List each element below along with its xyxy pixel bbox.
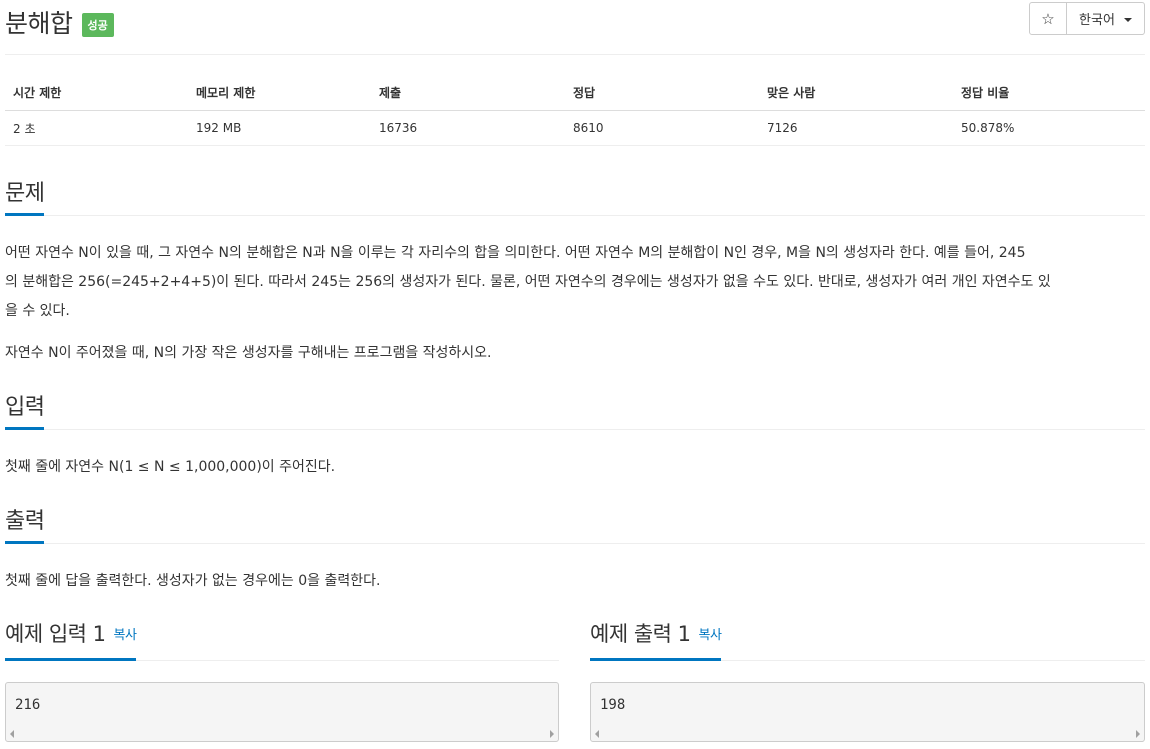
memory-limit-value: 192 MB xyxy=(188,110,371,146)
caret-down-icon xyxy=(1123,17,1132,22)
sample-output-value: 198 xyxy=(600,697,626,713)
scroll-right-icon[interactable] xyxy=(1136,730,1140,738)
output-description: 첫째 줄에 답을 출력한다. 생성자가 없는 경우에는 0을 출력한다. xyxy=(5,573,381,589)
sample-output-heading: 예제 출력 1 xyxy=(590,622,691,646)
header-memory-limit: 메모리 제한 xyxy=(188,74,371,111)
sample-output-box[interactable]: 198 xyxy=(590,682,1145,742)
accepted-value: 8610 xyxy=(565,110,759,146)
copy-sample-input-link[interactable]: 복사 xyxy=(114,628,137,643)
scroll-right-icon[interactable] xyxy=(550,730,554,738)
scroll-left-icon[interactable] xyxy=(10,730,14,738)
star-icon: ☆ xyxy=(1041,9,1055,28)
status-badge: 성공 xyxy=(81,13,114,37)
input-description: 첫째 줄에 자연수 N(1 ≤ N ≤ 1,000,000)이 주어진다. xyxy=(5,459,336,475)
favorite-button[interactable]: ☆ xyxy=(1030,3,1067,34)
page-title: 분해합 xyxy=(5,9,73,38)
problem-description: 어떤 자연수 N이 있을 때, 그 자연수 N의 분해합은 N과 N을 이루는 … xyxy=(5,239,1145,326)
solved-users-value: 7126 xyxy=(759,110,953,146)
time-limit-value: 2 초 xyxy=(5,110,188,146)
language-dropdown[interactable]: 한국어 xyxy=(1067,3,1144,34)
sample-input-box[interactable]: 216 xyxy=(5,682,559,742)
header-submissions: 제출 xyxy=(371,74,565,111)
header-accept-ratio: 정답 비율 xyxy=(953,74,1145,111)
sample-output-header: 예제 출력 1 복사 xyxy=(590,618,1145,661)
horizontal-scrollbar[interactable] xyxy=(591,727,1144,741)
header-solved-users: 맞은 사람 xyxy=(759,74,953,111)
sample-input-heading: 예제 입력 1 xyxy=(5,622,106,646)
input-heading: 입력 xyxy=(5,389,45,430)
problem-section-header: 문제 xyxy=(5,175,1145,216)
problem-info-table: 시간 제한 메모리 제한 제출 정답 맞은 사람 정답 비율 2 초 192 M… xyxy=(5,74,1145,146)
copy-sample-output-link[interactable]: 복사 xyxy=(699,628,722,643)
sample-output-heading-wrap: 예제 출력 1 복사 xyxy=(590,618,722,661)
divider xyxy=(5,54,1145,55)
problem-task: 자연수 N이 주어졌을 때, N의 가장 작은 생성자를 구해내는 프로그램을 … xyxy=(5,345,492,361)
horizontal-scrollbar[interactable] xyxy=(6,727,558,741)
problem-heading: 문제 xyxy=(5,175,45,216)
sample-input-header: 예제 입력 1 복사 xyxy=(5,618,559,661)
table-row: 2 초 192 MB 16736 8610 7126 50.878% xyxy=(5,110,1145,146)
problem-text-line: 어떤 자연수 N이 있을 때, 그 자연수 N의 분해합은 N과 N을 이루는 … xyxy=(5,245,1026,261)
table-header-row: 시간 제한 메모리 제한 제출 정답 맞은 사람 정답 비율 xyxy=(5,74,1145,111)
problem-text-line: 을 수 있다. xyxy=(5,303,70,319)
header-accepted: 정답 xyxy=(565,74,759,111)
output-heading: 출력 xyxy=(5,503,45,544)
title-row: 분해합 성공 xyxy=(5,2,114,42)
scroll-left-icon[interactable] xyxy=(595,730,599,738)
header-time-limit: 시간 제한 xyxy=(5,74,188,111)
submissions-value: 16736 xyxy=(371,110,565,146)
sample-input-heading-wrap: 예제 입력 1 복사 xyxy=(5,618,137,661)
accept-ratio-value: 50.878% xyxy=(953,110,1145,146)
problem-text-line: 의 분해합은 256(=245+2+4+5)이 된다. 따라서 245는 256… xyxy=(5,274,1051,290)
input-section-header: 입력 xyxy=(5,389,1145,430)
top-button-group: ☆ 한국어 xyxy=(1029,2,1145,35)
language-label: 한국어 xyxy=(1079,13,1115,28)
output-section-header: 출력 xyxy=(5,503,1145,544)
sample-input-value: 216 xyxy=(15,697,41,713)
